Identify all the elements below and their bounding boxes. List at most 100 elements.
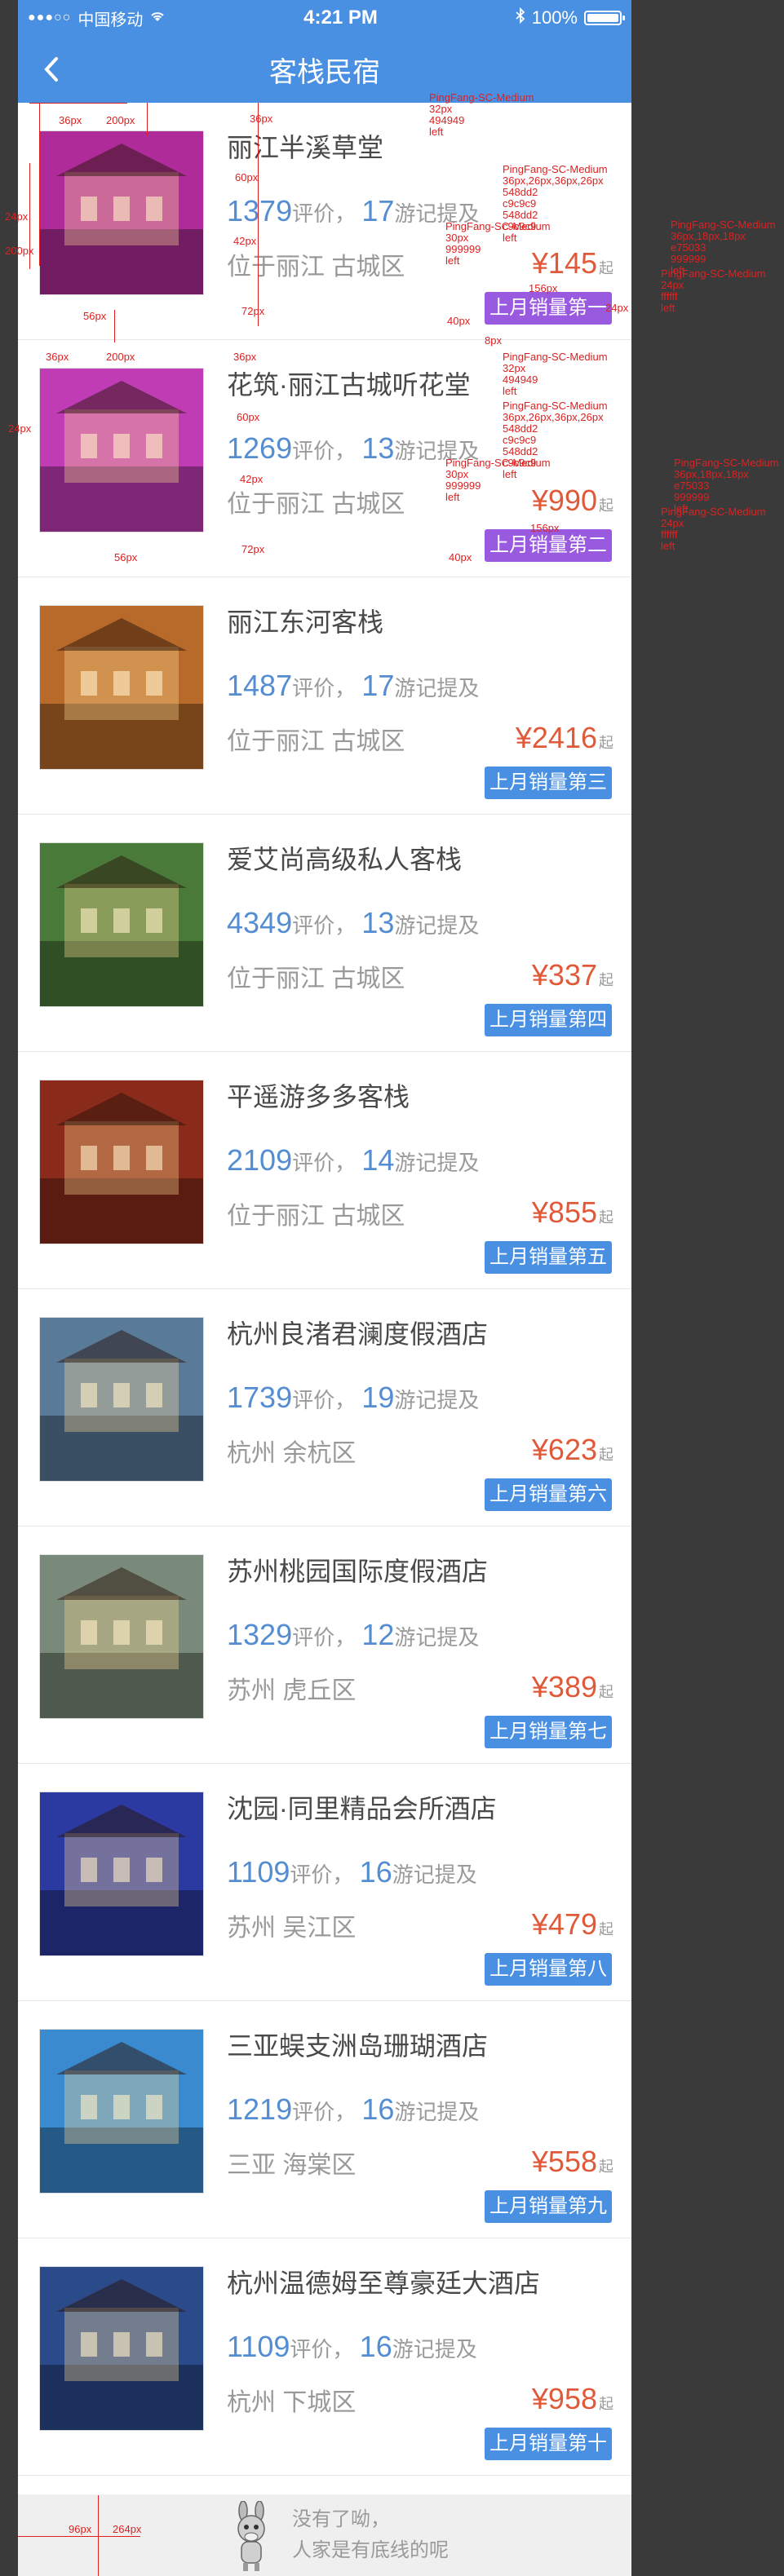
hotel-list-item[interactable]: 丽江东河客栈 1487评价， 17游记提及 位于丽江 古城区 ¥2416 起 上月…	[18, 577, 631, 815]
hotel-list-item[interactable]: 平遥游多多客栈 2109评价， 14游记提及 位于丽江 古城区 ¥855 起 上月…	[18, 1052, 631, 1289]
annotation-label: PingFang-SC-Medium	[445, 457, 551, 469]
annotation-label: 56px	[114, 551, 138, 563]
price-value: ¥855	[531, 1195, 597, 1229]
hotel-price: ¥558 起	[532, 2145, 613, 2179]
hotel-list-item[interactable]: 杭州温德姆至尊豪廷大酒店 1109评价， 16游记提及 杭州 下城区 ¥958 起…	[18, 2238, 631, 2476]
annotation-label: 72px	[241, 305, 265, 317]
status-left: ●●●○○ 中国移动	[28, 7, 166, 30]
hotel-list-item[interactable]: 沈园·同里精品会所酒店 1109评价， 16游记提及 苏州 吴江区 ¥479 起 …	[18, 1764, 631, 2001]
annotation-label: left	[661, 540, 675, 552]
hotel-price: ¥145 起	[532, 246, 613, 281]
hotel-price: ¥855 起	[532, 1195, 613, 1230]
hotel-location: 苏州 吴江区	[227, 1915, 357, 1942]
hotel-name: 爱艾尚高级私人客栈	[227, 845, 463, 874]
sales-rank-badge: 上月销量第二	[485, 529, 612, 562]
price-unit: 起	[599, 972, 613, 988]
annotation-label: 200px	[106, 351, 135, 363]
hotel-list-item[interactable]: 三亚蜈支洲岛珊瑚酒店 1219评价， 16游记提及 三亚 海棠区 ¥558 起 上…	[18, 2001, 631, 2238]
hotel-stats: 1739评价， 19游记提及	[227, 1381, 479, 1415]
hotel-photo	[39, 2029, 204, 2194]
hotel-photo	[39, 842, 204, 1007]
sales-rank-badge: 上月销量第八	[485, 1953, 612, 1986]
annotation-label: 40px	[449, 551, 472, 563]
review-label: 评价，	[292, 913, 357, 938]
annotation-line	[18, 2536, 140, 2537]
annotation-label: left	[445, 491, 460, 503]
annotation-label: left	[429, 126, 444, 138]
sales-rank-badge: 上月销量第七	[485, 1716, 612, 1748]
status-time: 4:21 PM	[303, 7, 378, 29]
signal-icon: ●●●○○	[28, 11, 72, 24]
page-title: 客栈民宿	[269, 56, 380, 88]
donkey-mascot-icon	[227, 2500, 276, 2573]
annotation-label: 156px	[529, 282, 558, 294]
chevron-left-icon	[44, 57, 58, 82]
annotation-label: left	[661, 302, 675, 314]
annotation-label: c9c9c9	[503, 434, 537, 446]
mention-label: 游记提及	[392, 1862, 477, 1887]
mention-label: 游记提及	[394, 1625, 480, 1650]
annotation-label: 8px	[485, 334, 502, 347]
hotel-photo	[39, 1554, 204, 1719]
annotation-label: 36px	[233, 351, 257, 363]
hotel-photo	[39, 1080, 204, 1244]
price-unit: 起	[599, 1921, 613, 1938]
mention-label: 游记提及	[394, 913, 480, 938]
annotation-label: 264px	[113, 2523, 142, 2535]
annotation-line	[147, 103, 148, 135]
mention-count: 17	[361, 669, 395, 702]
footer-line-2: 人家是有底线的呢	[292, 2539, 449, 2561]
review-label: 评价，	[292, 201, 357, 226]
annotation-label: PingFang-SC-Medium	[661, 506, 766, 518]
annotation-label: PingFang-SC-Medium	[429, 91, 534, 104]
review-label: 评价，	[292, 1625, 357, 1650]
back-button[interactable]	[18, 36, 85, 103]
hotel-list-item[interactable]: 苏州桃园国际度假酒店 1329评价， 12游记提及 苏州 虎丘区 ¥389 起 上…	[18, 1527, 631, 1764]
mention-count: 16	[359, 1855, 392, 1889]
annotation-label: 200px	[5, 245, 34, 257]
price-value: ¥479	[531, 1907, 597, 1941]
annotation-label: 30px	[445, 468, 469, 480]
sales-rank-badge: 上月销量第六	[485, 1478, 612, 1511]
annotation-label: 156px	[530, 522, 560, 534]
annotation-label: 36px,26px,36px,26px	[503, 175, 604, 187]
battery-icon	[584, 11, 625, 25]
annotation-line	[39, 103, 40, 266]
hotel-location: 位于丽江 古城区	[227, 491, 405, 518]
footer-message: 没有了呦， 人家是有底线的呢	[292, 2504, 449, 2566]
mention-label: 游记提及	[392, 2337, 477, 2362]
annotation-label: 999999	[445, 479, 481, 492]
price-value: ¥2416	[515, 721, 597, 754]
hotel-list-item[interactable]: 爱艾尚高级私人客栈 4349评价， 13游记提及 位于丽江 古城区 ¥337 起 …	[18, 815, 631, 1052]
hotel-name: 苏州桃园国际度假酒店	[227, 1557, 489, 1586]
review-count: 1739	[227, 1381, 293, 1414]
mention-label: 游记提及	[394, 1151, 480, 1175]
annotation-label: ffffff	[661, 528, 678, 541]
annotation-label: left	[445, 254, 460, 267]
annotation-label: 30px	[445, 232, 469, 244]
review-label: 评价，	[292, 1388, 357, 1412]
annotation-label: 32px	[429, 103, 453, 115]
annotation-label: e75033	[671, 241, 706, 254]
wifi-icon	[149, 9, 166, 28]
annotation-label: 24px	[661, 279, 684, 291]
annotation-label: 548dd2	[503, 209, 538, 221]
hotel-location: 位于丽江 古城区	[227, 254, 405, 281]
price-value: ¥145	[531, 246, 597, 280]
annotation-label: 40px	[447, 315, 471, 327]
phone-screen: ●●●○○ 中国移动 4:21 PM 100% 客栈民宿 丽江半溪草堂 1379…	[18, 0, 631, 2576]
annotation-label: 494949	[429, 114, 465, 126]
mention-label: 游记提及	[394, 2100, 480, 2124]
price-unit: 起	[599, 260, 613, 276]
annotation-label: 494949	[503, 373, 538, 386]
hotel-list-item[interactable]: 杭州良渚君澜度假酒店 1739评价， 19游记提及 杭州 余杭区 ¥623 起 上…	[18, 1289, 631, 1527]
sales-rank-badge: 上月销量第一	[485, 292, 612, 325]
annotation-line	[258, 103, 259, 176]
hotel-stats: 4349评价， 13游记提及	[227, 906, 479, 940]
price-unit: 起	[599, 2158, 613, 2175]
hotel-price: ¥2416 起	[516, 721, 613, 755]
annotation-label: PingFang-SC-Medium	[503, 400, 608, 412]
price-unit: 起	[599, 1447, 613, 1463]
annotation-label: 36px	[250, 113, 273, 125]
mention-count: 19	[361, 1381, 395, 1414]
